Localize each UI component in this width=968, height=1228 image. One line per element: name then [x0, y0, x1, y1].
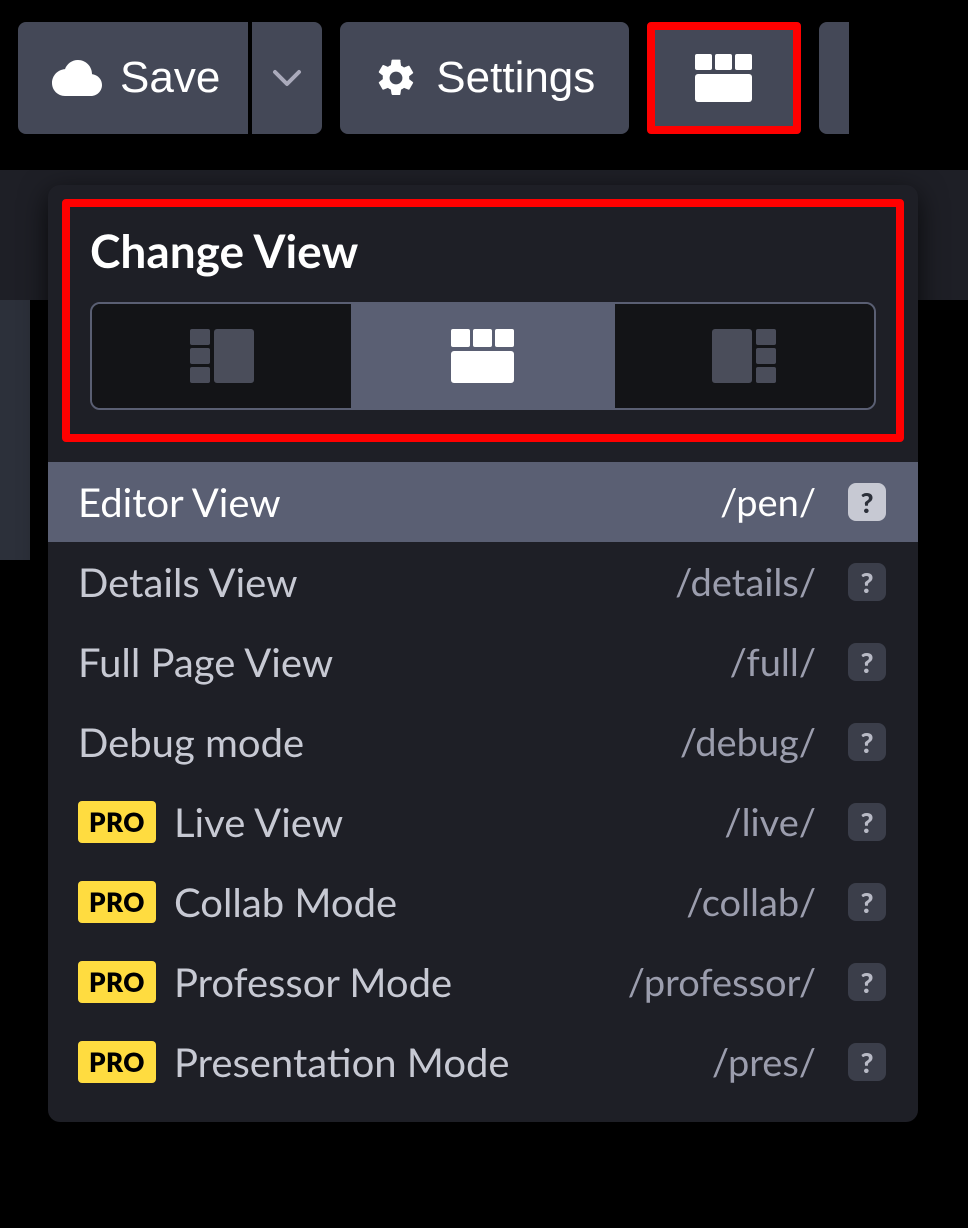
help-icon[interactable]: ? [848, 803, 886, 841]
menu-path: /professor/ [628, 959, 816, 1005]
menu-label: Details View [78, 558, 657, 606]
menu-path: /debug/ [680, 719, 816, 765]
menu-path: /pen/ [720, 479, 816, 525]
chevron-down-icon [272, 69, 302, 87]
settings-button[interactable]: Settings [340, 22, 629, 134]
background-sidebar-stub [0, 300, 30, 560]
menu-path: /pres/ [712, 1039, 816, 1085]
layout-option-right[interactable] [613, 304, 874, 408]
pro-badge: PRO [78, 881, 156, 923]
editor-toolbar: Save Settings [0, 0, 968, 156]
pro-badge: PRO [78, 801, 156, 843]
menu-label: Presentation Mode [174, 1038, 694, 1086]
layout-right-icon [712, 329, 776, 383]
change-view-button[interactable] [647, 22, 801, 134]
save-dropdown-toggle[interactable] [252, 22, 322, 134]
menu-label: Live View [174, 798, 706, 846]
help-icon[interactable]: ? [848, 883, 886, 921]
menu-label: Collab Mode [174, 878, 668, 926]
layout-top-icon [695, 54, 753, 102]
help-icon[interactable]: ? [848, 723, 886, 761]
layout-option-top[interactable] [351, 304, 612, 408]
change-view-section: Change View [62, 199, 904, 442]
pro-badge: PRO [78, 1041, 156, 1083]
menu-item-details-view[interactable]: Details View /details/ ? [48, 542, 918, 622]
layout-switch [90, 302, 876, 410]
menu-path: /live/ [724, 799, 816, 845]
layout-left-icon [190, 329, 254, 383]
save-button-group: Save [18, 22, 322, 134]
settings-label: Settings [436, 53, 595, 103]
help-icon[interactable]: ? [848, 563, 886, 601]
menu-label: Full Page View [78, 638, 712, 686]
help-icon[interactable]: ? [848, 1043, 886, 1081]
menu-path: /details/ [675, 559, 816, 605]
menu-item-full-page-view[interactable]: Full Page View /full/ ? [48, 622, 918, 702]
save-button[interactable]: Save [18, 22, 248, 134]
layout-top-icon [451, 329, 515, 383]
layout-option-left[interactable] [92, 304, 351, 408]
gear-icon [374, 56, 418, 100]
change-view-dropdown: Change View [48, 185, 918, 1122]
pro-badge: PRO [78, 961, 156, 1003]
view-menu-list: Editor View /pen/ ? Details View /detail… [48, 462, 918, 1102]
menu-item-debug-mode[interactable]: Debug mode /debug/ ? [48, 702, 918, 782]
menu-item-presentation-mode[interactable]: PRO Presentation Mode /pres/ ? [48, 1022, 918, 1102]
help-icon[interactable]: ? [848, 483, 886, 521]
menu-label: Editor View [78, 478, 702, 526]
cloud-icon [52, 60, 102, 96]
menu-item-collab-mode[interactable]: PRO Collab Mode /collab/ ? [48, 862, 918, 942]
menu-item-live-view[interactable]: PRO Live View /live/ ? [48, 782, 918, 862]
help-icon[interactable]: ? [848, 643, 886, 681]
toolbar-button-partial[interactable] [819, 22, 849, 134]
menu-label: Professor Mode [174, 958, 610, 1006]
help-icon[interactable]: ? [848, 963, 886, 1001]
save-label: Save [120, 53, 220, 103]
menu-item-professor-mode[interactable]: PRO Professor Mode /professor/ ? [48, 942, 918, 1022]
menu-path: /full/ [730, 639, 816, 685]
change-view-title: Change View [90, 223, 876, 278]
menu-label: Debug mode [78, 718, 662, 766]
menu-path: /collab/ [686, 879, 816, 925]
menu-item-editor-view[interactable]: Editor View /pen/ ? [48, 462, 918, 542]
